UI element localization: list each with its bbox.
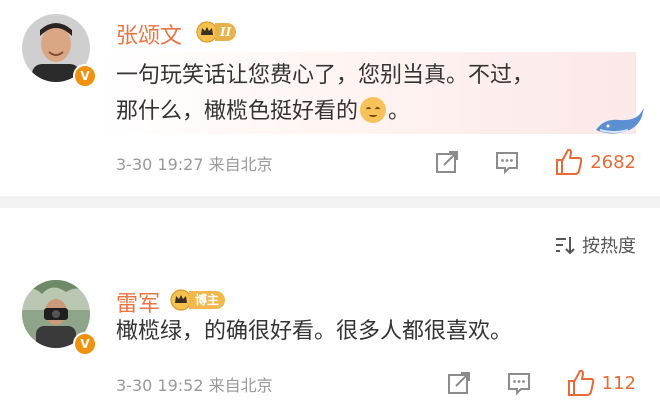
thumbs-up-icon[interactable] bbox=[554, 147, 584, 177]
sort-by-hot-button[interactable]: 按热度 bbox=[554, 232, 636, 258]
sort-icon bbox=[556, 237, 575, 255]
comment-icon[interactable] bbox=[506, 370, 532, 396]
comment-text-line-2a: 那什么，橄榄色挺好看的 bbox=[116, 99, 359, 124]
section-divider bbox=[0, 196, 660, 208]
comment-text-line-2b: 。 bbox=[388, 99, 411, 124]
comment-item-2: V 雷军 博主 橄榄绿，的确很好看。很多人都很喜欢。 3-30 19:52 来自… bbox=[0, 274, 660, 408]
like-count: 112 bbox=[601, 372, 636, 394]
smile-emoji-icon bbox=[360, 97, 387, 123]
thumbs-up-icon[interactable] bbox=[566, 368, 596, 398]
share-icon[interactable] bbox=[446, 370, 472, 396]
comment-text: 橄榄绿，的确很好看。很多人都很喜欢。 bbox=[116, 319, 513, 344]
comment-actions: 112 bbox=[446, 368, 636, 398]
comment-meta: 3-30 19:27 来自北京 bbox=[116, 151, 273, 175]
comment-meta: 3-30 19:52 来自北京 bbox=[116, 372, 273, 396]
comment-text: 一句玩笑话让您费心了，您别当真。不过， 那什么，橄榄色挺好看的 。 bbox=[116, 58, 636, 130]
comment-actions: 2682 bbox=[434, 147, 636, 177]
verified-badge: V bbox=[73, 64, 97, 88]
member-badge: II bbox=[196, 21, 237, 43]
source-location: 来自北京 bbox=[208, 155, 273, 174]
source-location: 来自北京 bbox=[208, 376, 273, 395]
comment-text-line-2: 那什么，橄榄色挺好看的 。 bbox=[116, 94, 636, 130]
timestamp: 3-30 19:52 bbox=[116, 376, 204, 395]
comment-item-1: V 张颂文 II 一句玩笑话让您费心了，您别当真。不过， 那什么，橄榄色挺好看的… bbox=[0, 0, 660, 196]
member-badge: 博主 bbox=[170, 289, 226, 311]
sort-label: 按热度 bbox=[582, 236, 636, 257]
like-count: 2682 bbox=[590, 151, 636, 173]
timestamp: 3-30 19:27 bbox=[116, 155, 204, 174]
username[interactable]: 张颂文 bbox=[116, 18, 182, 50]
whale-icon bbox=[596, 108, 644, 134]
share-icon[interactable] bbox=[434, 149, 460, 175]
verified-badge: V bbox=[73, 332, 97, 356]
member-level-label: 博主 bbox=[189, 291, 226, 309]
comment-icon[interactable] bbox=[494, 149, 520, 175]
comment-text-line-1: 一句玩笑话让您费心了，您别当真。不过， bbox=[116, 63, 535, 88]
member-level-label: II bbox=[215, 23, 237, 41]
